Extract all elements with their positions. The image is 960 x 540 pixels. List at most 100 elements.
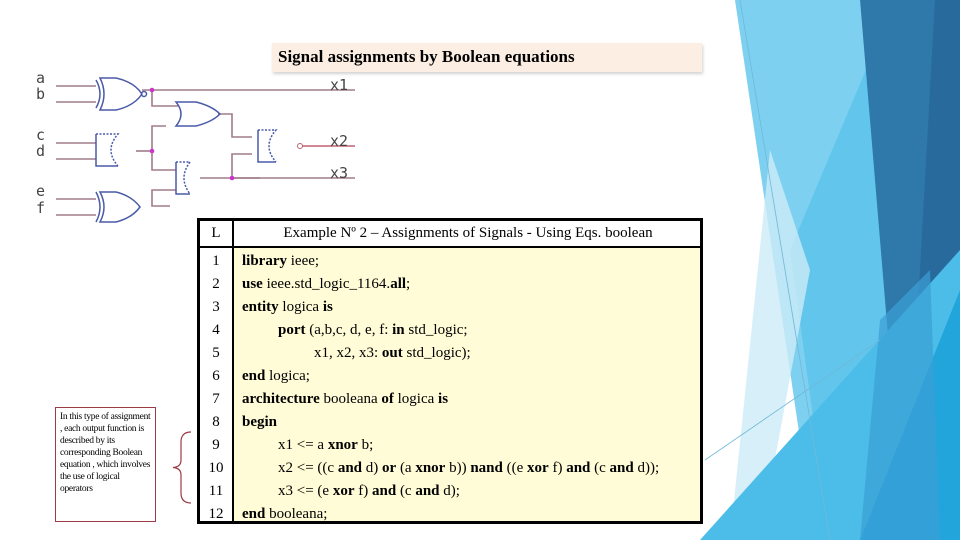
code-line: port (a,b,c, d, e, f: in std_logic; [278, 319, 468, 342]
code-keyword: and [372, 483, 397, 499]
code-keyword: and [337, 460, 363, 476]
code-line: x1 <= a xnor b; [278, 434, 373, 457]
and-gate-icon-ef [175, 161, 192, 195]
code-text: (a [396, 460, 416, 476]
code-text: f) [548, 460, 567, 476]
code-text: ((e [502, 460, 528, 476]
input-label-f: f [36, 199, 45, 217]
slide-title: Signal assignments by Boolean equations [278, 47, 575, 66]
code-keyword: is [438, 391, 449, 407]
code-keyword: and [609, 460, 634, 476]
code-keyword: in [392, 322, 405, 338]
output-x2-terminal [297, 143, 303, 149]
line-number: 10 [208, 460, 224, 476]
gates [95, 77, 278, 223]
code-text: (c [396, 483, 416, 499]
code-column: library ieee; use ieee.std_logic_1164.all… [236, 248, 700, 522]
code-text: ieee.std_logic_1164. [262, 276, 391, 292]
code-line: end booleana; [242, 503, 327, 526]
code-keyword: library [242, 253, 287, 269]
code-keyword: is [322, 299, 333, 315]
code-keyword: out [381, 345, 403, 361]
code-table-title: Example Nº 2 – Assignments of Signals - … [283, 225, 653, 241]
line-number: 6 [212, 368, 220, 384]
code-text: x1, x2, x3: [314, 345, 382, 361]
output-label-x3: x3 [330, 164, 348, 182]
code-keyword: xor [332, 483, 355, 499]
code-text: booleana [319, 391, 382, 407]
code-keyword: and [415, 483, 440, 499]
curly-brace-icon [172, 431, 192, 504]
code-text: (a,b,c, d, e, f: [305, 322, 393, 338]
code-keyword: begin [242, 414, 278, 430]
output-label-x1: x1 [330, 76, 348, 94]
code-line: architecture booleana of logica is [242, 388, 448, 411]
code-keyword: entity [242, 299, 279, 315]
code-keyword: end [242, 368, 266, 384]
line-number: 11 [208, 483, 224, 499]
line-number: 2 [212, 276, 220, 292]
line-number: 7 [212, 391, 220, 407]
code-keyword: and [566, 460, 591, 476]
code-line: x1, x2, x3: out std_logic); [314, 342, 471, 365]
input-labels: a b c d e f [36, 69, 45, 217]
xnor-gate-icon [95, 77, 148, 111]
code-text: b; [357, 437, 374, 453]
code-text: b)) [445, 460, 471, 476]
code-keyword: of [381, 391, 394, 407]
code-keyword: use [242, 276, 263, 292]
code-keyword: port [278, 322, 306, 338]
input-label-d: d [36, 142, 45, 160]
nand-gate-icon [257, 129, 278, 163]
code-text: std_logic; [404, 322, 468, 338]
line-number: 12 [208, 506, 224, 522]
code-text: std_logic); [402, 345, 471, 361]
code-keyword: xnor [415, 460, 446, 476]
code-line: entity logica is [242, 296, 333, 319]
code-text: logica [393, 391, 439, 407]
code-text: ; [406, 276, 411, 292]
line-number: 9 [212, 437, 220, 453]
line-number-column: 1 2 3 4 5 6 7 8 9 10 11 12 [200, 248, 234, 522]
line-number: 4 [212, 322, 220, 338]
code-keyword: xor [527, 460, 549, 476]
or-gate-icon [174, 101, 222, 127]
input-label-b: b [36, 85, 45, 103]
code-text: d); [439, 483, 460, 499]
code-text: x3 <= (e [278, 483, 333, 499]
code-text: f) [354, 483, 372, 499]
code-line: library ieee; [242, 250, 319, 273]
code-line: use ieee.std_logic_1164.all; [242, 273, 410, 296]
code-line: begin [242, 411, 277, 434]
output-labels: x1 x2 x3 [330, 76, 348, 182]
code-keyword: architecture [242, 391, 320, 407]
code-text: logica; [265, 368, 310, 384]
code-text: d) [362, 460, 383, 476]
logic-circuit-diagram: a b c d e f x1 x2 x3 [36, 69, 355, 223]
line-number: 1 [212, 253, 220, 269]
xor-gate-icon [95, 191, 141, 223]
code-text: logica [278, 299, 323, 315]
code-text: (c [590, 460, 610, 476]
code-text: x1 <= a [278, 437, 328, 453]
code-line: x3 <= (e xor f) and (c and d); [278, 480, 460, 503]
code-text: ieee; [287, 253, 320, 269]
code-text: x2 <= ((c [278, 460, 338, 476]
line-number: 3 [212, 299, 220, 315]
input-label-e: e [36, 182, 45, 200]
code-keyword: or [382, 460, 397, 476]
explanation-note: In this type of assignment , each output… [55, 407, 156, 522]
and-gate-icon-cd [95, 133, 120, 167]
code-keyword: xnor [327, 437, 358, 453]
code-line: end logica; [242, 365, 310, 388]
line-number: 5 [212, 345, 220, 361]
line-column-header: L [200, 221, 234, 246]
code-table-header: L Example Nº 2 – Assignments of Signals … [200, 221, 700, 248]
code-line: x2 <= ((c and d) or (a xnor b)) nand ((e… [278, 457, 659, 480]
output-label-x2: x2 [330, 132, 348, 150]
code-text: booleana; [265, 506, 328, 522]
code-keyword: end [242, 506, 266, 522]
code-keyword: all [390, 276, 407, 292]
code-text: d)); [633, 460, 660, 476]
code-keyword: nand [470, 460, 503, 476]
